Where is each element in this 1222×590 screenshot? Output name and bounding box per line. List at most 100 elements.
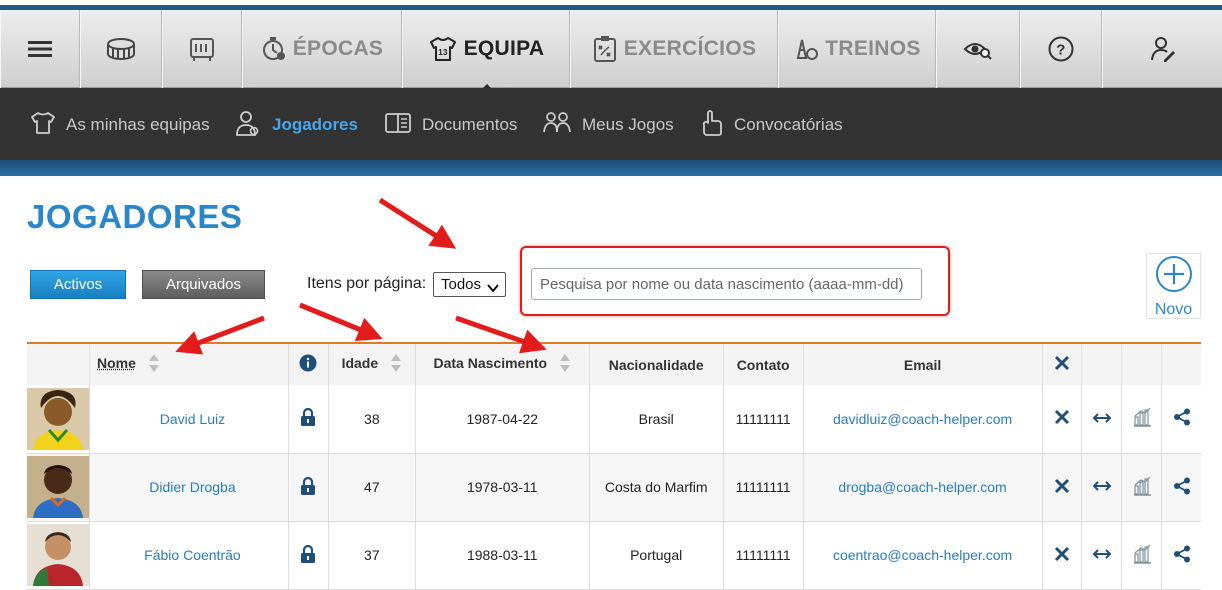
email-header: Email (803, 342, 1043, 385)
stopwatch-icon (261, 35, 287, 63)
delete-cell[interactable] (1042, 521, 1083, 590)
sub-nav-item-documentos[interactable]: Documentos (384, 88, 517, 162)
page-title: JOGADORES (27, 198, 243, 235)
sub-nav-item-jogadores[interactable]: Jogadores (234, 88, 358, 162)
activos-button[interactable]: Activos (30, 270, 126, 299)
main-nav-equipa[interactable]: 13 EQUIPA (402, 10, 570, 88)
share-icon (1173, 545, 1191, 566)
share-icon (1173, 408, 1191, 429)
photo-cell (27, 453, 90, 522)
main-nav-stadium[interactable] (80, 10, 162, 88)
help-circle-icon: ? (1047, 35, 1075, 63)
sub-nav-item-label: As minhas equipas (66, 115, 210, 134)
sub-nav: As minhas equipas Jogadores Documentos M… (0, 88, 1222, 162)
idade-header[interactable]: Idade (328, 342, 416, 385)
arquivados-button[interactable]: Arquivados (142, 270, 265, 299)
sub-nav-item-convocatorias[interactable]: Convocatórias (700, 88, 843, 162)
lock-cell[interactable] (288, 453, 329, 522)
sort-icon[interactable] (559, 352, 571, 377)
email-cell[interactable]: davidluiz@coach-helper.com (803, 385, 1043, 454)
lock-icon (300, 476, 316, 499)
contato-cell: 11111111 (723, 521, 804, 590)
share-cell[interactable] (1161, 385, 1201, 454)
sort-icon[interactable] (148, 352, 160, 377)
info-icon (299, 354, 317, 375)
delete-all-header[interactable] (1042, 342, 1083, 385)
email-cell[interactable]: coentrao@coach-helper.com (803, 521, 1043, 590)
data-nascimento-cell: 1987-04-22 (415, 385, 590, 454)
transfer-cell[interactable] (1081, 453, 1123, 522)
close-icon (1054, 478, 1070, 497)
nacionalidade-cell: Portugal (589, 521, 724, 590)
lock-icon (300, 408, 316, 430)
new-player-button[interactable]: Novo (1146, 253, 1201, 319)
chevron-down-icon (487, 280, 499, 297)
data-nascimento-header[interactable]: Data Nascimento (415, 342, 590, 385)
email-cell[interactable]: drogba@coach-helper.com (803, 453, 1043, 522)
player-name-link[interactable]: Didier Drogba (149, 479, 235, 495)
email-link[interactable]: coentrao@coach-helper.com (833, 547, 1012, 563)
email-link[interactable]: davidluiz@coach-helper.com (833, 411, 1012, 427)
table-row: Didier Drogba 47 1978-03-11 Costa do Mar… (27, 453, 1201, 522)
data-nascimento-cell: 1978-03-11 (415, 453, 590, 522)
contato-header: Contato (723, 342, 804, 385)
stats-cell[interactable] (1121, 453, 1163, 522)
swap-arrows-icon (1092, 479, 1112, 495)
main-nav-scout[interactable] (936, 10, 1020, 88)
transfer-cell[interactable] (1081, 385, 1123, 454)
lock-cell[interactable] (288, 521, 329, 590)
stats-cell[interactable] (1121, 521, 1163, 590)
svg-text:13: 13 (438, 48, 448, 57)
tactics-board-icon (592, 35, 618, 63)
stats-cell[interactable] (1121, 385, 1163, 454)
search-input[interactable] (531, 268, 922, 300)
player-photo (27, 387, 89, 450)
main-nav-help[interactable]: ? (1020, 10, 1102, 88)
main-nav-user[interactable] (1102, 10, 1222, 88)
name-cell[interactable]: David Luiz (89, 385, 289, 454)
contato-cell: 11111111 (723, 385, 804, 454)
main-nav-board[interactable] (162, 10, 242, 88)
nacionalidade-cell: Brasil (589, 385, 724, 454)
close-icon (1054, 546, 1070, 565)
idade-cell: 38 (328, 385, 416, 454)
email-link[interactable]: drogba@coach-helper.com (838, 479, 1006, 495)
sub-nav-item-meus-jogos[interactable]: Meus Jogos (542, 88, 674, 162)
share-cell[interactable] (1161, 521, 1201, 590)
sub-nav-item-label: Documentos (422, 115, 518, 134)
nome-header[interactable]: Nome (89, 342, 289, 385)
eye-search-icon (963, 37, 993, 61)
sub-nav-item-equipas[interactable]: As minhas equipas (30, 88, 210, 162)
share-cell[interactable] (1161, 453, 1201, 522)
bar-chart-icon (1132, 544, 1152, 567)
delete-cell[interactable] (1042, 385, 1083, 454)
main-nav-treinos[interactable]: TREINOS (778, 10, 936, 88)
sort-icon[interactable] (390, 352, 402, 377)
scoreboard-icon (188, 36, 216, 62)
sub-nav-item-label: Jogadores (272, 115, 358, 134)
main-nav-exercicios[interactable]: EXERCÍCIOS (570, 10, 778, 88)
top-stripe (0, 0, 1222, 10)
people-icon (542, 110, 572, 141)
per-page-select[interactable]: Todos (433, 272, 506, 297)
main-nav-epocas[interactable]: ÉPOCAS (242, 10, 402, 88)
table-header-row: Nome Idade Data Nascimento Nacionalidade… (27, 342, 1201, 385)
player-name-link[interactable]: David Luiz (160, 411, 225, 427)
annotation-arrow (299, 302, 383, 341)
main-nav-menu[interactable] (0, 10, 80, 88)
main-nav: ÉPOCAS 13 EQUIPA EXERCÍCIOS TREINOS ? (0, 10, 1222, 91)
swap-arrows-icon (1092, 547, 1112, 563)
bar-chart-icon (1132, 476, 1152, 499)
players-table: Nome Idade Data Nascimento Nacionalidade… (27, 342, 1201, 590)
player-name-link[interactable]: Fábio Coentrão (144, 547, 241, 563)
transfer-cell[interactable] (1081, 521, 1123, 590)
name-cell[interactable]: Didier Drogba (89, 453, 289, 522)
lock-cell[interactable] (288, 385, 329, 454)
main-nav-exercicios-label: EXERCÍCIOS (623, 37, 757, 60)
info-header[interactable] (288, 342, 329, 385)
delete-cell[interactable] (1042, 453, 1083, 522)
hamburger-menu-icon (28, 39, 52, 59)
name-cell[interactable]: Fábio Coentrão (89, 521, 289, 590)
photo-header (27, 342, 90, 385)
plus-circle-icon (1154, 254, 1194, 299)
